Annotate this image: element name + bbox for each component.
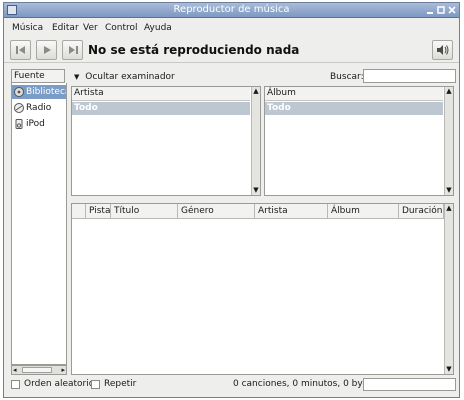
source-item-library[interactable]: Biblioteca (12, 85, 66, 99)
artist-pane: Artista Todo ▲ ▼ (71, 86, 261, 196)
status-field (363, 378, 456, 391)
source-item-label: Biblioteca (26, 87, 66, 97)
menu-bar: Música Editar Ver Control Ayuda (4, 19, 459, 37)
expander-arrow-icon: ▼ (74, 73, 80, 81)
close-button[interactable] (447, 5, 457, 15)
search-input[interactable] (363, 69, 456, 83)
volume-button[interactable] (432, 40, 453, 60)
source-item-label: Radio (26, 103, 52, 113)
track-vscrollbar[interactable]: ▲ ▼ (444, 204, 453, 374)
track-col-status[interactable] (72, 204, 86, 219)
play-icon (44, 46, 51, 54)
scroll-down-icon[interactable]: ▼ (445, 186, 453, 195)
scroll-up-icon[interactable]: ▲ (252, 87, 260, 96)
menu-ayuda[interactable]: Ayuda (144, 23, 172, 33)
scroll-up-icon[interactable]: ▲ (445, 204, 453, 213)
source-list: Biblioteca Radio iPod (11, 83, 67, 365)
maximize-button[interactable] (436, 5, 446, 15)
toolbar: No se está reproduciendo nada (4, 37, 459, 63)
artist-vscrollbar[interactable]: ▲ ▼ (251, 87, 260, 195)
album-pane: Álbum Todo ▲ ▼ (264, 86, 454, 196)
play-button[interactable] (36, 40, 57, 60)
album-vscrollbar[interactable]: ▲ ▼ (444, 87, 453, 195)
library-summary: 0 canciones, 0 minutos, 0 bytes (233, 379, 377, 389)
menu-ver[interactable]: Ver (83, 23, 98, 33)
next-icon (69, 46, 78, 54)
album-column-header[interactable]: Álbum (265, 87, 443, 101)
source-item-radio[interactable]: Radio (12, 101, 66, 115)
previous-icon (16, 46, 25, 54)
hide-browser-toggle[interactable]: ▼ Ocultar examinador (74, 72, 175, 82)
radio-icon (14, 103, 24, 113)
repeat-label[interactable]: Repetir (104, 379, 136, 389)
track-col-album[interactable]: Álbum (328, 204, 399, 219)
minimize-button[interactable] (425, 5, 435, 15)
artist-column-header[interactable]: Artista (72, 87, 250, 101)
close-icon (448, 6, 456, 14)
library-icon (14, 87, 24, 97)
scroll-thumb[interactable] (22, 367, 52, 373)
shuffle-checkbox[interactable] (11, 380, 20, 389)
source-item-ipod[interactable]: iPod (12, 117, 66, 131)
scroll-down-icon[interactable]: ▼ (445, 365, 453, 374)
title-bar[interactable]: Reproductor de música (4, 3, 459, 18)
track-col-pista[interactable]: Pista (86, 204, 111, 219)
album-row-all[interactable]: Todo (265, 102, 443, 115)
maximize-icon (437, 6, 445, 14)
source-hscrollbar[interactable]: ◂ ▸ (11, 365, 67, 375)
track-list: Pista Título Género Artista Álbum Duraci… (71, 203, 454, 375)
scroll-down-icon[interactable]: ▼ (252, 186, 260, 195)
scroll-up-icon[interactable]: ▲ (445, 87, 453, 96)
window-title: Reproductor de música (173, 4, 290, 15)
shuffle-label[interactable]: Orden aleatorio (24, 379, 94, 389)
track-col-duracion[interactable]: Duración (399, 204, 444, 219)
status-bar: Orden aleatorio Repetir 0 canciones, 0 m… (4, 375, 459, 395)
menu-editar[interactable]: Editar (52, 23, 79, 33)
track-col-artista[interactable]: Artista (255, 204, 328, 219)
minimize-icon (427, 12, 433, 14)
search-label: Buscar: (330, 72, 364, 82)
menu-musica[interactable]: Música (12, 23, 43, 33)
scroll-right-icon[interactable]: ▸ (61, 366, 65, 374)
artist-row-all[interactable]: Todo (72, 102, 250, 115)
hide-browser-label: Ocultar examinador (85, 72, 175, 82)
volume-icon (437, 45, 449, 55)
music-player-window: Reproductor de música Música Editar Ver … (3, 2, 460, 398)
repeat-checkbox[interactable] (91, 380, 100, 389)
track-col-genero[interactable]: Género (178, 204, 255, 219)
now-playing-text: No se está reproduciendo nada (88, 43, 300, 57)
ipod-icon (15, 119, 23, 129)
track-col-titulo[interactable]: Título (111, 204, 178, 219)
menu-control[interactable]: Control (105, 23, 138, 33)
scroll-left-icon[interactable]: ◂ (13, 366, 17, 374)
source-item-label: iPod (26, 119, 45, 129)
next-button[interactable] (62, 40, 83, 60)
previous-button[interactable] (10, 40, 31, 60)
source-column-header[interactable]: Fuente (11, 69, 65, 83)
